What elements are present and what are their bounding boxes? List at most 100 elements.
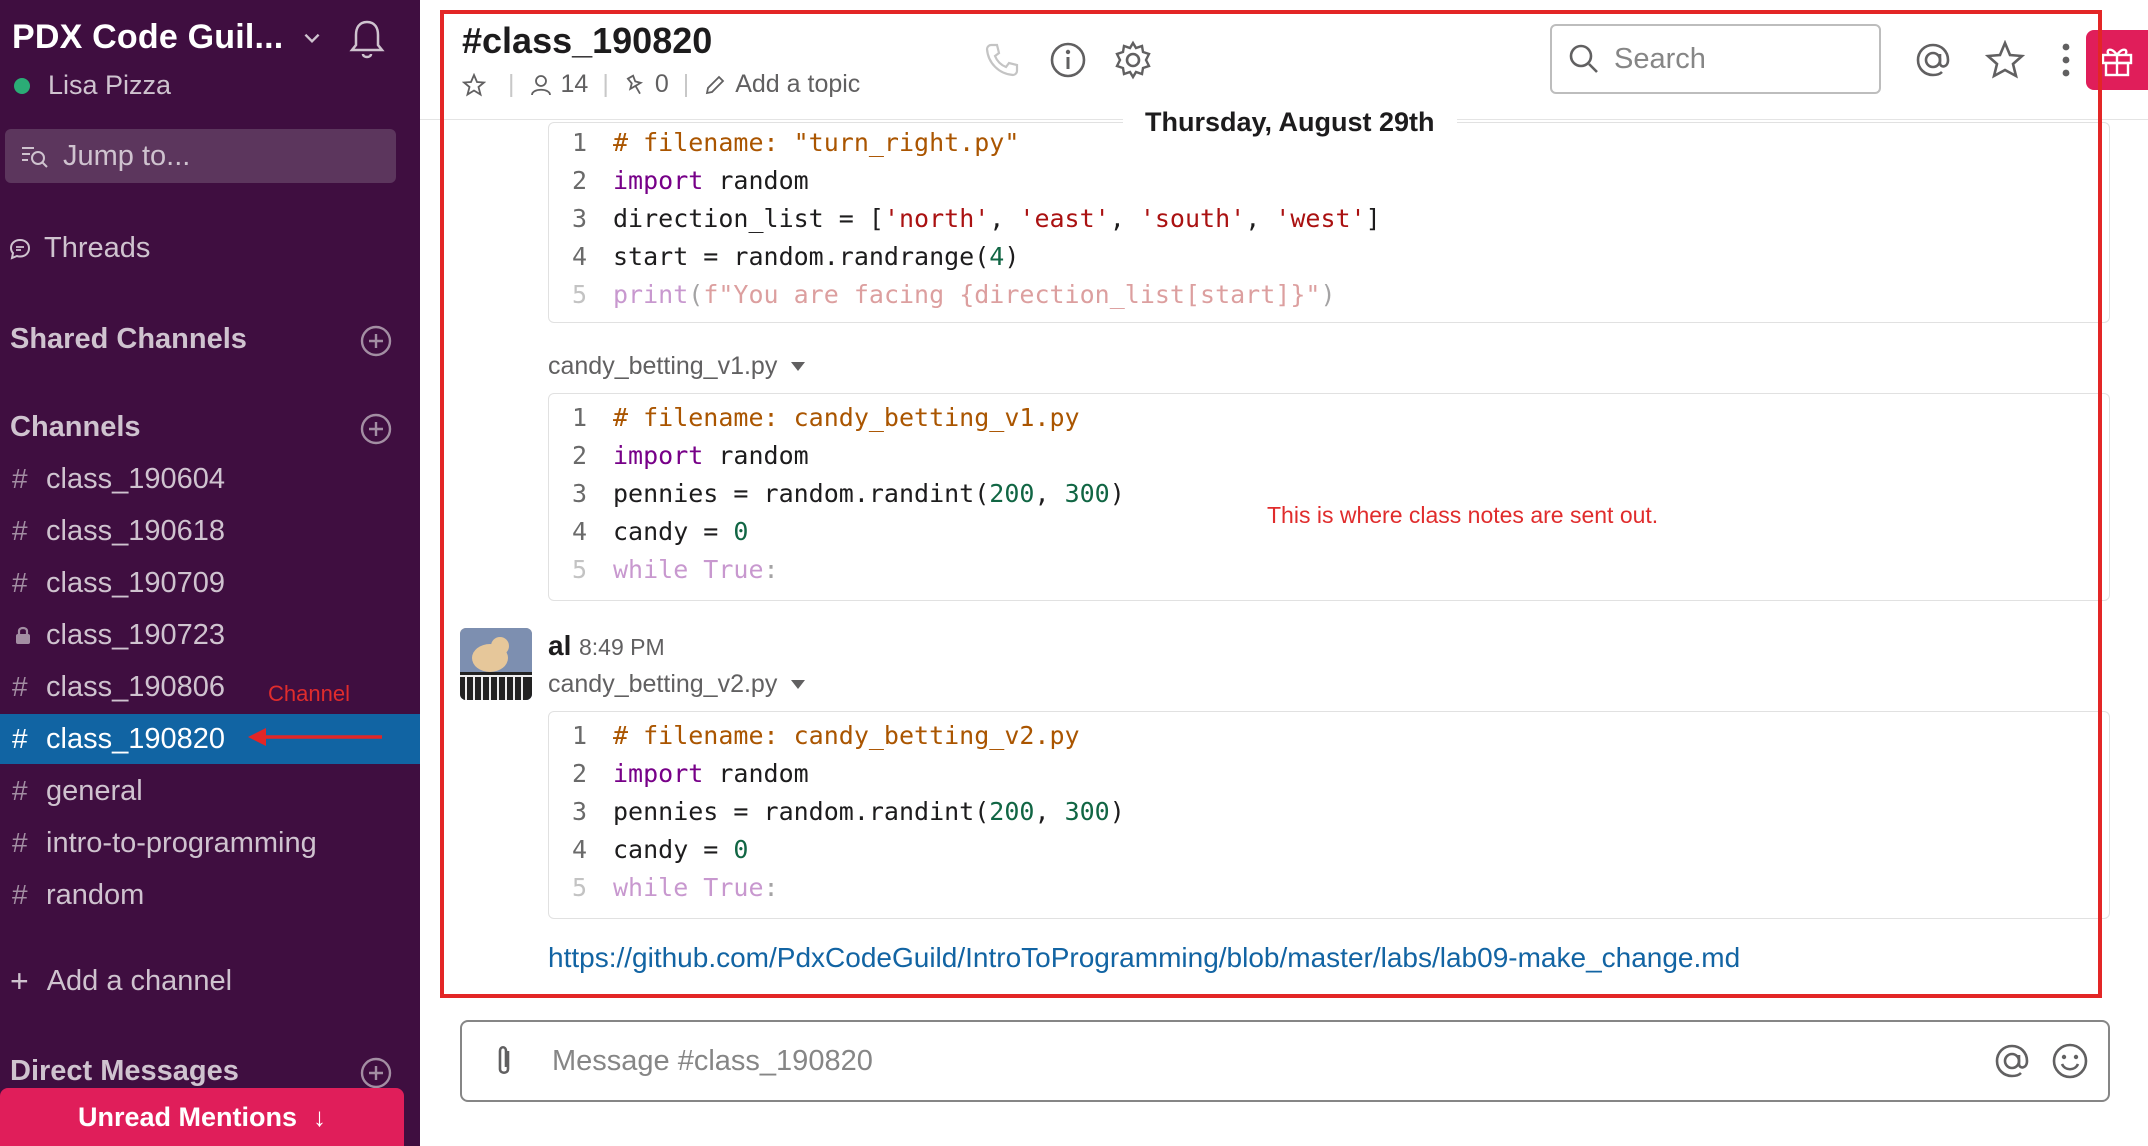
channel-label: class_190723: [46, 618, 225, 651]
line-number: 3: [571, 796, 587, 826]
divider: |: [682, 70, 690, 98]
user-name: Lisa Pizza: [48, 70, 172, 100]
add-dm-icon[interactable]: [359, 1056, 393, 1090]
sidebar-item-class-190723[interactable]: class_190723: [0, 610, 420, 660]
code-line: 4 candy = 0: [549, 830, 2109, 868]
hash-icon: #: [12, 723, 28, 754]
gift-button[interactable]: [2086, 30, 2148, 90]
add-shared-channel-icon[interactable]: [359, 324, 393, 358]
channel-label: class_190618: [46, 514, 225, 547]
code-line: 3 direction_list = ['north', 'east', 'sou…: [549, 199, 2109, 237]
channel-label: general: [46, 774, 143, 807]
line-number: 4: [571, 516, 587, 546]
hash-icon: #: [12, 775, 28, 806]
team-switcher[interactable]: PDX Code Guil...: [12, 18, 323, 57]
avatar[interactable]: [460, 628, 532, 700]
unread-mentions-button[interactable]: Unread Mentions ↓: [0, 1088, 404, 1146]
channel-label: class_190709: [46, 566, 225, 599]
message-author[interactable]: al: [548, 630, 571, 662]
sidebar-item-general[interactable]: # general: [0, 766, 420, 816]
line-number: 1: [571, 402, 587, 432]
line-number: 4: [571, 241, 587, 271]
jump-to-label: Jump to...: [63, 139, 191, 172]
line-number: 2: [571, 440, 587, 470]
channel-label: class_190806: [46, 670, 225, 703]
bell-icon[interactable]: [347, 18, 387, 62]
snippet-filename[interactable]: candy_betting_v1.py: [548, 352, 806, 381]
caret-down-icon: [791, 680, 806, 689]
code-line: 5 print(f"You are facing {direction_list[…: [549, 275, 2109, 313]
more-vertical-icon[interactable]: [2046, 40, 2086, 80]
caret-down-icon: [791, 362, 806, 371]
code-snippet-candy-v2[interactable]: 1 # filename: candy_betting_v2.py 2 import…: [548, 711, 2110, 919]
lock-icon: [16, 626, 30, 644]
gift-icon: [2101, 48, 2133, 77]
sidebar-item-class-190604[interactable]: # class_190604: [0, 454, 420, 504]
code-line: 5 while True:: [549, 550, 2109, 588]
divider: |: [508, 70, 515, 98]
code-snippet-turn-right[interactable]: 1 # filename: "turn_right.py" 2 import ran…: [548, 122, 2110, 323]
filename-label: candy_betting_v2.py: [548, 670, 778, 698]
hash-icon: #: [12, 567, 28, 598]
line-number: 1: [571, 127, 587, 157]
add-channel-button[interactable]: + Add a channel: [10, 963, 232, 1000]
code-line: 1 # filename: candy_betting_v1.py: [549, 398, 2109, 436]
sidebar-item-random[interactable]: # random: [0, 870, 420, 920]
channel-meta: | 14 | 0 | Add a topic: [462, 70, 860, 99]
phone-icon[interactable]: [982, 40, 1022, 80]
gear-icon[interactable]: [1113, 40, 1153, 80]
sidebar-item-threads[interactable]: Threads: [8, 232, 150, 265]
sidebar-item-class-190806[interactable]: # class_190806: [0, 662, 420, 712]
channel-label: class_190820: [46, 722, 225, 755]
paperclip-icon[interactable]: [486, 1043, 522, 1079]
line-number: 3: [571, 478, 587, 508]
code-snippet-candy-v1[interactable]: 1 # filename: candy_betting_v1.py 2 import…: [548, 393, 2110, 601]
message-input[interactable]: Message #class_190820: [552, 1045, 1992, 1078]
sidebar-item-class-190618[interactable]: # class_190618: [0, 506, 420, 556]
hash-icon: #: [12, 671, 28, 702]
arrow-down-icon: ↓: [313, 1101, 327, 1132]
channel-label: random: [46, 878, 145, 911]
code-line: 2 import random: [549, 436, 2109, 474]
sidebar-item-intro-to-programming[interactable]: # intro-to-programming: [0, 818, 420, 868]
pin-icon[interactable]: [623, 73, 647, 97]
code-line: 1 # filename: candy_betting_v2.py: [549, 716, 2109, 754]
emoji-icon[interactable]: [2050, 1041, 2090, 1081]
filename-label: candy_betting_v1.py: [548, 352, 778, 380]
chevron-down-icon: [304, 33, 320, 43]
direct-messages-heading[interactable]: Direct Messages: [10, 1055, 239, 1088]
star-outline-icon[interactable]: [462, 72, 486, 97]
channels-heading[interactable]: Channels: [10, 411, 141, 444]
sidebar-item-class-190709[interactable]: # class_190709: [0, 558, 420, 608]
mentions-icon[interactable]: [1913, 40, 1953, 80]
add-channel-icon[interactable]: [359, 412, 393, 446]
hash-icon: #: [12, 827, 28, 858]
pins-count[interactable]: 0: [655, 70, 669, 99]
message-composer[interactable]: Message #class_190820: [460, 1020, 2110, 1102]
line-number: 3: [571, 203, 587, 233]
member-icon[interactable]: [529, 73, 553, 97]
channel-annotation: Channel: [268, 681, 350, 706]
star-icon[interactable]: [1985, 40, 2025, 80]
threads-label: Threads: [44, 232, 151, 264]
hash-icon: #: [12, 463, 28, 494]
pencil-icon: [706, 75, 725, 94]
annotation-arrow-icon: [248, 728, 382, 746]
message-timestamp[interactable]: 8:49 PM: [579, 634, 665, 661]
search-input[interactable]: Search: [1550, 24, 1881, 94]
shared-channels-heading[interactable]: Shared Channels: [10, 323, 247, 356]
line-number: 5: [571, 554, 587, 584]
code-line: 4 start = random.randrange(4): [549, 237, 2109, 275]
github-link[interactable]: https://github.com/PdxCodeGuild/IntroToP…: [548, 942, 1740, 974]
avatar-image-icon: [460, 628, 532, 700]
jump-to-button[interactable]: Jump to...: [5, 129, 396, 183]
snippet-filename[interactable]: candy_betting_v2.py: [548, 670, 806, 699]
search-icon: [1569, 44, 1598, 73]
info-icon[interactable]: [1048, 40, 1088, 80]
current-user[interactable]: Lisa Pizza: [14, 70, 171, 101]
code-line: 2 import random: [549, 161, 2109, 199]
at-mention-icon[interactable]: [1992, 1041, 2032, 1081]
add-topic-link[interactable]: Add a topic: [735, 70, 860, 99]
members-count[interactable]: 14: [561, 70, 589, 99]
channel-title[interactable]: #class_190820: [462, 20, 712, 62]
